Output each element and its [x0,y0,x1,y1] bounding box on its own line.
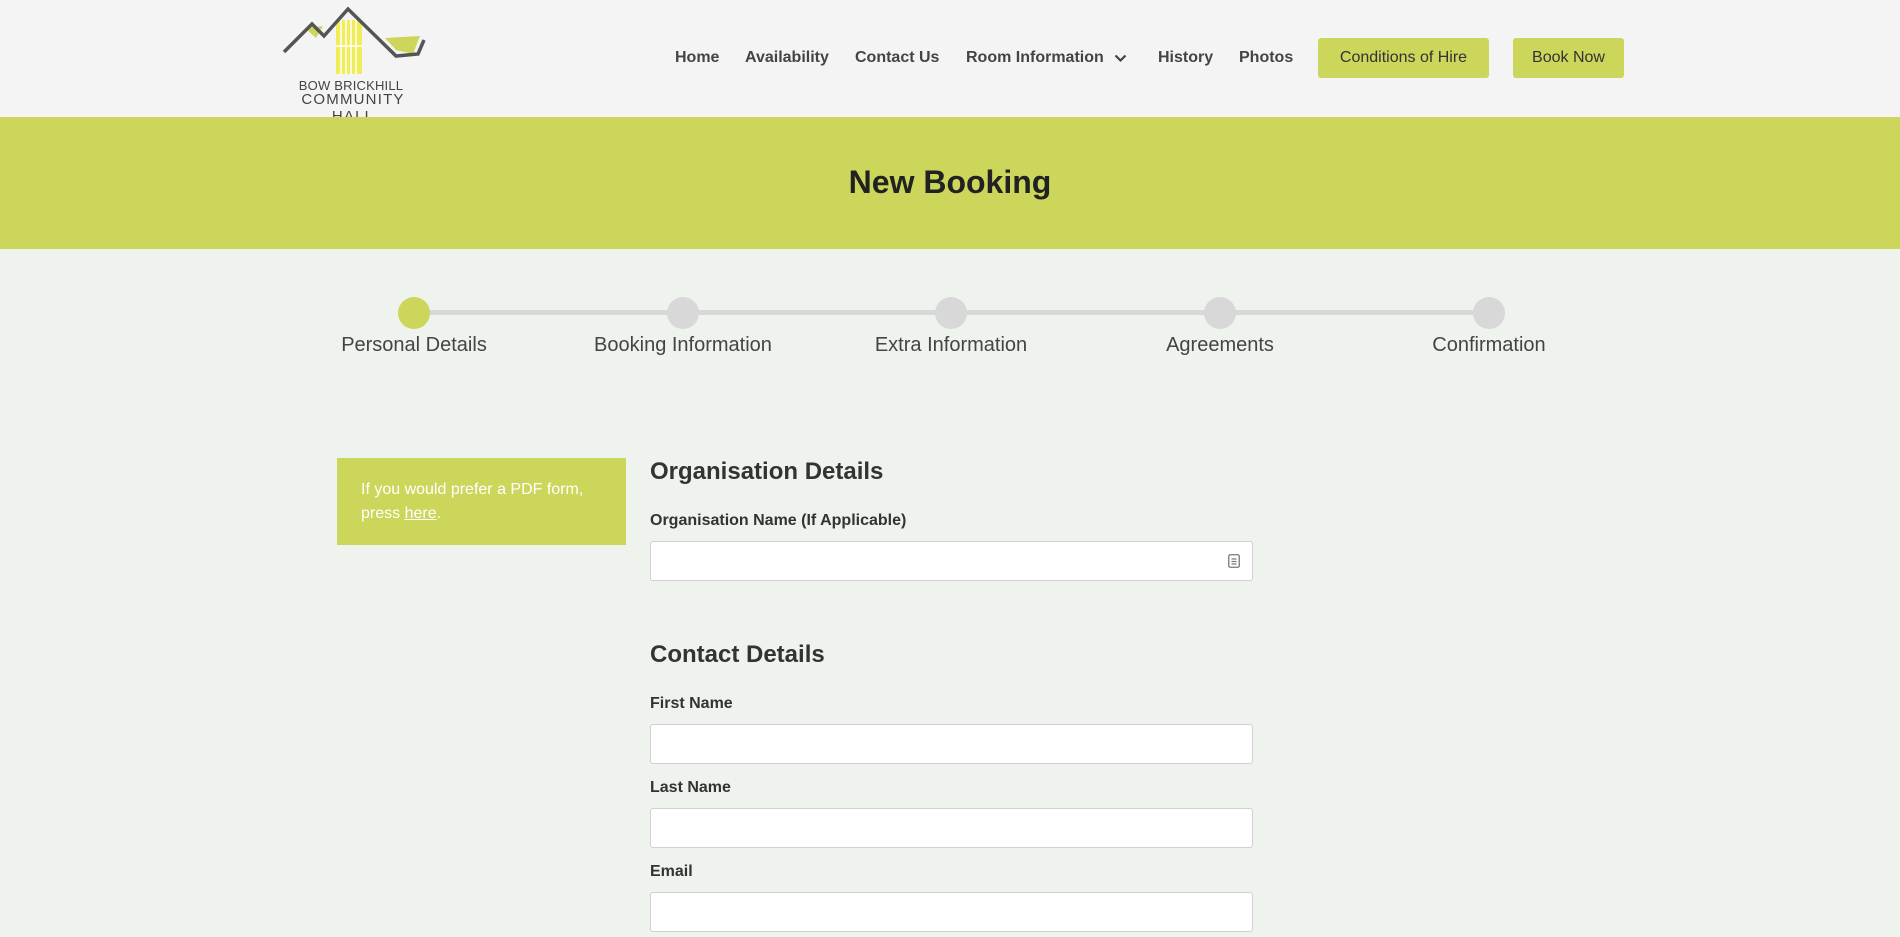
first-name-field[interactable] [650,724,1253,764]
roof-logo-icon [282,6,426,74]
step-dot-agreements [1204,297,1236,329]
pdf-notice-text: If you would prefer a PDF form, press [361,481,584,522]
pdf-form-link[interactable]: here [405,505,437,522]
first-name-label: First Name [650,695,733,712]
step-label-agreements: Agreements [1166,334,1274,356]
nav-home-label[interactable]: Home [675,49,719,67]
site-logo[interactable]: BOW BRICKHILL COMMUNITY HALL [278,6,428,125]
step-dot-extra-information [935,297,967,329]
organisation-name-input[interactable] [651,542,1252,580]
nav-availability-label[interactable]: Availability [745,49,829,67]
contact-details-heading: Contact Details [650,641,825,668]
email-field[interactable] [650,892,1253,932]
page-banner: New Booking [0,117,1900,249]
first-name-input[interactable] [651,725,1252,763]
page-title: New Booking [848,164,1052,200]
nav-photos[interactable]: Photos [1239,42,1293,74]
chevron-down-icon[interactable] [1114,54,1127,63]
step-label-personal-details: Personal Details [341,334,487,356]
last-name-field[interactable] [650,808,1253,848]
nav-history[interactable]: History [1158,42,1213,74]
organisation-details-heading: Organisation Details [650,458,884,485]
step-dot-booking-information [667,297,699,329]
email-label: Email [650,863,693,880]
organisation-name-label: Organisation Name (If Applicable) [650,512,907,529]
nav-room-information-label[interactable]: Room Information [966,49,1104,67]
nav-availability[interactable]: Availability [745,42,829,74]
conditions-of-hire-button[interactable]: Conditions of Hire [1318,38,1489,78]
step-dot-personal-details [398,297,430,329]
step-label-extra-information: Extra Information [874,334,1028,356]
nav-photos-label[interactable]: Photos [1239,49,1293,67]
contact-card-icon[interactable] [1228,554,1240,568]
organisation-name-field[interactable] [650,541,1253,581]
step-dot-confirmation [1473,297,1505,329]
nav-contact[interactable]: Contact Us [855,42,939,74]
pdf-form-notice: If you would prefer a PDF form, press he… [337,458,626,545]
last-name-input[interactable] [651,809,1252,847]
email-input[interactable] [651,893,1252,931]
book-now-button[interactable]: Book Now [1513,38,1624,78]
nav-home[interactable]: Home [675,42,719,74]
step-label-booking-information: Booking Information [594,334,772,356]
nav-history-label[interactable]: History [1158,49,1213,67]
last-name-label: Last Name [650,779,731,796]
site-header: BOW BRICKHILL COMMUNITY HALL Home Availa… [0,0,1900,125]
step-label-confirmation: Confirmation [1432,334,1546,356]
pdf-notice-period: . [436,505,442,522]
nav-contact-label[interactable]: Contact Us [855,49,939,67]
nav-room-information[interactable]: Room Information [966,42,1127,74]
